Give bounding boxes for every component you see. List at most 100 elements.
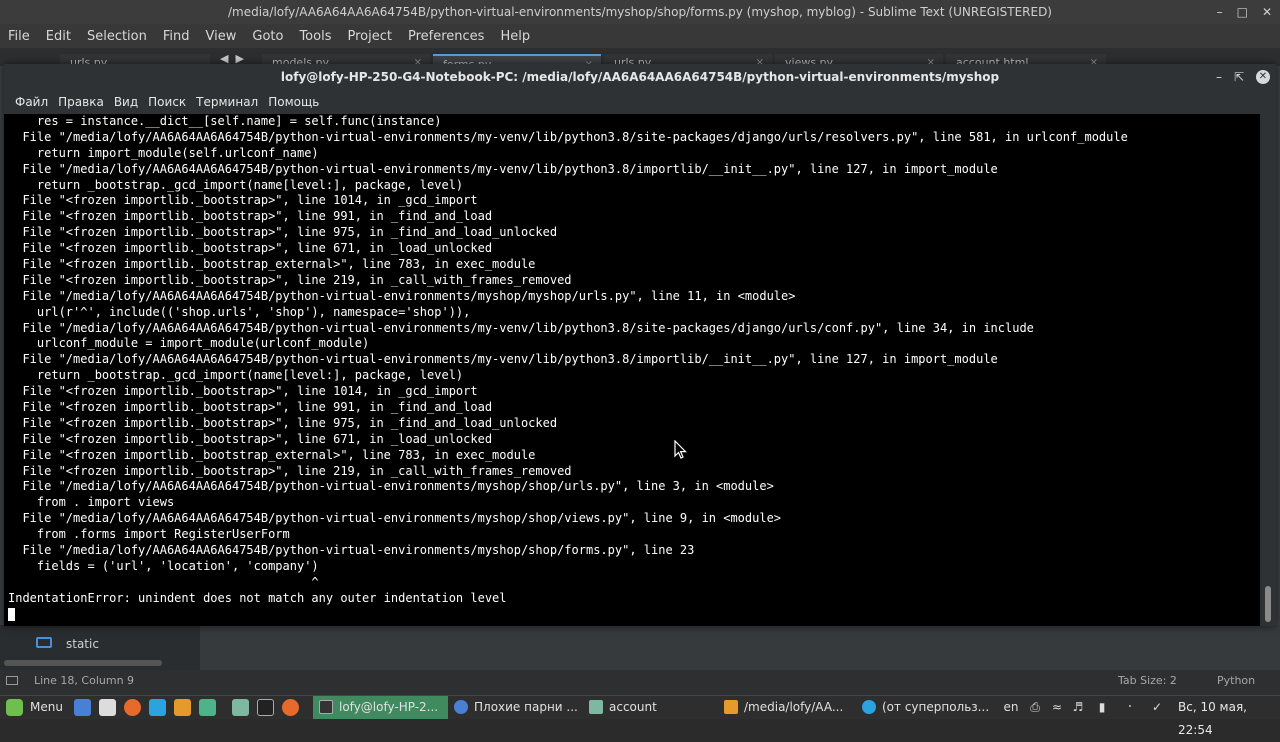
- menu-edit[interactable]: Правка: [58, 95, 104, 109]
- terminal-line: File "<frozen importlib._bootstrap_exter…: [8, 447, 536, 462]
- bluetooth-icon[interactable]: ᛫: [1122, 699, 1138, 715]
- mouse-pointer-icon: [674, 440, 687, 459]
- menu-preferences[interactable]: Preferences: [408, 29, 484, 44]
- sublime-statusbar: Line 18, Column 9 Tab Size: 2 Python: [0, 670, 1280, 695]
- volume-icon[interactable]: ♬: [1070, 699, 1086, 715]
- terminal-menubar: Файл Правка Вид Поиск Терминал Помощь: [4, 90, 1276, 114]
- firefox-icon-2[interactable]: [282, 699, 299, 716]
- sublime-editor[interactable]: [200, 625, 1280, 670]
- menu-edit[interactable]: Edit: [46, 29, 71, 44]
- terminal-line: File "/media/lofy/AA6A64AA6A64754B/pytho…: [8, 320, 1034, 335]
- terminal-line: File "<frozen importlib._bootstrap>", li…: [8, 193, 478, 208]
- mint-menu-icon[interactable]: [6, 699, 23, 716]
- terminal-line: File "/media/lofy/AA6A64AA6A64754B/pytho…: [8, 543, 695, 558]
- menu-terminal[interactable]: Терминал: [196, 95, 258, 109]
- terminal-line: File "<frozen importlib._bootstrap_exter…: [8, 257, 536, 272]
- telegram-icon: [862, 700, 876, 714]
- update-shield-icon[interactable]: ✓: [1149, 699, 1165, 715]
- firefox-icon[interactable]: [124, 699, 141, 716]
- panel-toggle-icon[interactable]: [6, 676, 18, 685]
- app-icon[interactable]: [199, 699, 216, 716]
- menu-project[interactable]: Project: [347, 29, 391, 44]
- menu-button[interactable]: Menu: [30, 696, 63, 719]
- terminal-line: File "<frozen importlib._bootstrap>", li…: [8, 463, 572, 478]
- tab-size[interactable]: Tab Size: 2: [1118, 670, 1177, 692]
- close-icon[interactable]: ✕: [1256, 70, 1270, 84]
- terminal-line: url(r'^', include(('shop.urls', 'shop'),…: [8, 304, 471, 319]
- clock[interactable]: Вс, 10 мая, 22:54: [1178, 696, 1280, 742]
- taskbar-window-sublime[interactable]: /media/lofy/AA...: [718, 696, 853, 719]
- close-icon[interactable]: ✕: [1262, 0, 1272, 24]
- taskbar-window-telegram[interactable]: (от суперпольз...: [856, 696, 990, 719]
- cursor-position: Line 18, Column 9: [34, 674, 135, 687]
- terminal-line: return import_module(self.urlconf_name): [8, 145, 319, 160]
- menu-search[interactable]: Поиск: [148, 95, 186, 109]
- terminal-line: File "<frozen importlib._bootstrap>", li…: [8, 209, 493, 224]
- taskbar-window-label: /media/lofy/AA...: [744, 700, 844, 714]
- sublime-titlebar: /media/lofy/AA6A64AA6A64754B/python-virt…: [0, 0, 1280, 24]
- taskbar-window-label: (от суперпольз...: [882, 700, 990, 714]
- files-icon[interactable]: [99, 699, 116, 716]
- taskbar-window-files[interactable]: account: [583, 696, 718, 719]
- taskbar-window-browser[interactable]: Плохие парни ...: [448, 696, 583, 719]
- maximize-icon[interactable]: □: [1237, 0, 1248, 24]
- terminal-line: File "<frozen importlib._bootstrap>", li…: [8, 272, 572, 287]
- menu-goto[interactable]: Goto: [252, 29, 283, 44]
- terminal-output[interactable]: res = instance.__dict__[self.name] = sel…: [4, 114, 1260, 626]
- folder-icon[interactable]: [232, 699, 249, 716]
- telegram-icon[interactable]: [149, 699, 166, 716]
- sublime-icon[interactable]: [174, 699, 191, 716]
- terminal-scrollbar-thumb[interactable]: [1265, 586, 1271, 622]
- terminal-title: lofy@lofy-HP-250-G4-Notebook-PC: /media/…: [280, 70, 1000, 84]
- terminal-scrollbar[interactable]: [1260, 114, 1276, 626]
- menu-selection[interactable]: Selection: [87, 29, 147, 44]
- menu-view[interactable]: View: [206, 29, 237, 44]
- terminal-line: return _bootstrap._gcd_import(name[level…: [8, 177, 464, 192]
- menu-help[interactable]: Помощь: [268, 95, 319, 109]
- sublime-title: /media/lofy/AA6A64AA6A64754B/python-virt…: [227, 5, 1052, 19]
- sublime-icon: [724, 700, 738, 714]
- terminal-line: ^: [8, 574, 319, 589]
- taskbar: Menu lofy@lofy-HP-2... Плохие парни ... …: [0, 695, 1280, 737]
- menu-help[interactable]: Help: [500, 29, 530, 44]
- terminal-line: from . import views: [8, 495, 175, 510]
- folder-icon: [36, 637, 52, 648]
- printer-icon[interactable]: ⎙: [1027, 699, 1043, 715]
- menu-find[interactable]: Find: [163, 29, 190, 44]
- sidebar-scrollbar[interactable]: [4, 660, 162, 666]
- browser-icon: [454, 700, 468, 714]
- menu-file[interactable]: Файл: [15, 95, 48, 109]
- taskbar-window-terminal[interactable]: lofy@lofy-HP-2...: [313, 696, 448, 719]
- terminal-line: File "/media/lofy/AA6A64AA6A64754B/pytho…: [8, 129, 1128, 144]
- sublime-sidebar: static: [0, 625, 200, 670]
- terminal-line: from .forms import RegisterUserForm: [8, 527, 290, 542]
- restore-icon[interactable]: ⇱: [1234, 64, 1244, 90]
- terminal-line: File "<frozen importlib._bootstrap>", li…: [8, 241, 493, 256]
- menu-file[interactable]: File: [8, 29, 30, 44]
- terminal-line: urlconf_module = import_module(urlconf_m…: [8, 336, 370, 351]
- network-icon[interactable]: ≈: [1049, 699, 1065, 715]
- minimize-icon[interactable]: –: [1216, 64, 1222, 90]
- terminal-line: File "<frozen importlib._bootstrap>", li…: [8, 384, 478, 399]
- keyboard-layout[interactable]: en: [1003, 699, 1019, 715]
- battery-icon[interactable]: ▮: [1094, 699, 1110, 715]
- taskbar-window-label: lofy@lofy-HP-2...: [339, 700, 439, 714]
- syntax-mode[interactable]: Python: [1217, 670, 1255, 692]
- terminal-prompt-line[interactable]: [8, 607, 1260, 623]
- terminal-line: res = instance.__dict__[self.name] = sel…: [8, 114, 442, 128]
- terminal-icon[interactable]: [257, 699, 274, 716]
- taskbar-window-label: Плохие парни ...: [474, 700, 578, 714]
- terminal-line: File "<frozen importlib._bootstrap>", li…: [8, 225, 558, 240]
- terminal-line: return _bootstrap._gcd_import(name[level…: [8, 368, 464, 383]
- sublime-menubar: File Edit Selection Find View Goto Tools…: [0, 24, 1280, 48]
- terminal-line: File "/media/lofy/AA6A64AA6A64754B/pytho…: [8, 288, 796, 303]
- terminal-line: File "<frozen importlib._bootstrap>", li…: [8, 431, 493, 446]
- minimize-icon[interactable]: –: [1217, 0, 1223, 24]
- menu-tools[interactable]: Tools: [299, 29, 331, 44]
- terminal-line: fields = ('url', 'location', 'company'): [8, 558, 319, 573]
- terminal-icon: [319, 700, 333, 714]
- show-desktop-icon[interactable]: [74, 699, 91, 716]
- folder-icon: [589, 700, 603, 714]
- sidebar-item-static[interactable]: static: [66, 637, 99, 651]
- menu-view[interactable]: Вид: [114, 95, 138, 109]
